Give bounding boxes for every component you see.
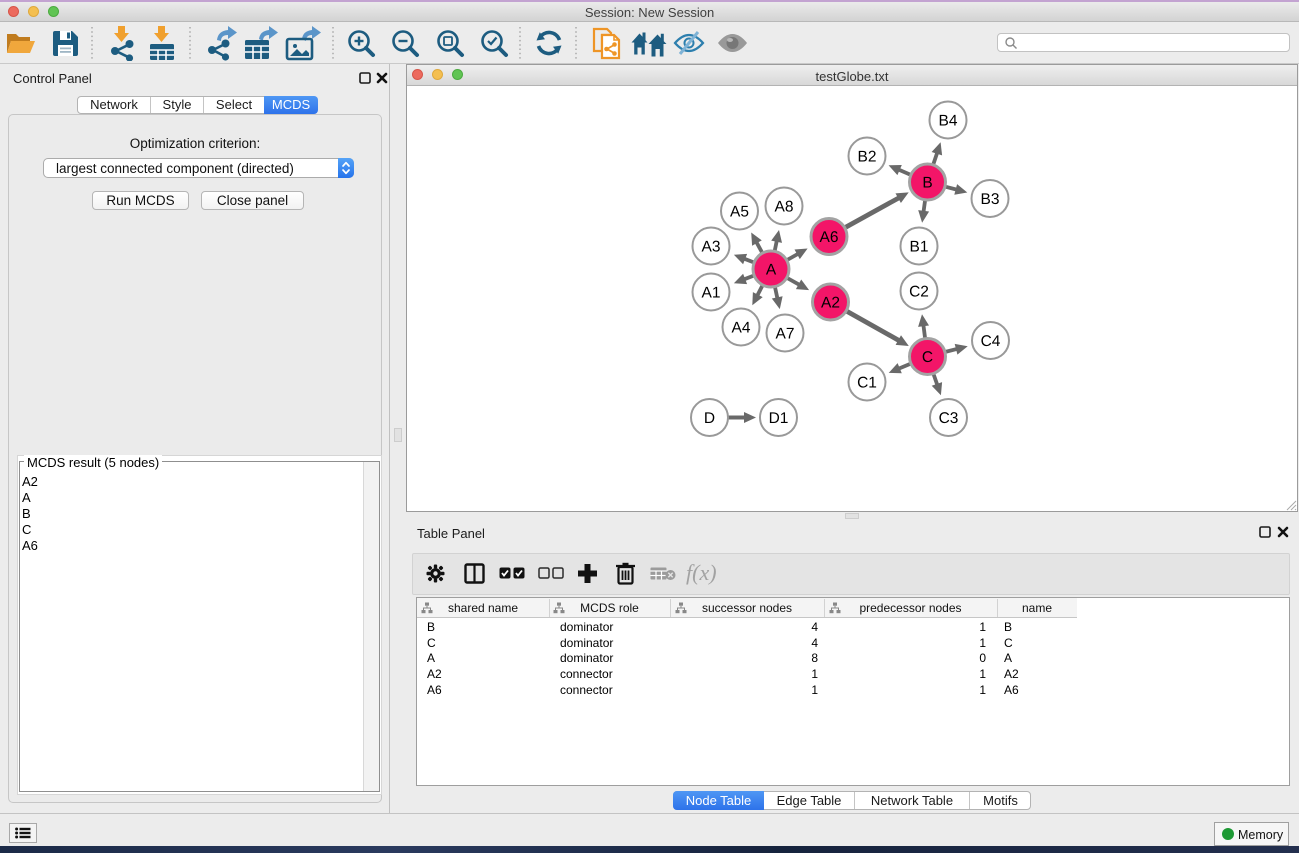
svg-text:A1: A1 — [702, 284, 721, 301]
svg-text:A5: A5 — [730, 203, 749, 220]
svg-text:A3: A3 — [702, 238, 721, 255]
svg-text:B1: B1 — [910, 238, 929, 255]
svg-text:D: D — [704, 410, 715, 427]
svg-text:B: B — [922, 174, 932, 191]
svg-text:A: A — [766, 261, 777, 278]
svg-text:B2: B2 — [858, 148, 877, 165]
svg-text:C1: C1 — [857, 374, 877, 391]
svg-text:C3: C3 — [939, 410, 959, 427]
svg-text:B3: B3 — [981, 191, 1000, 208]
svg-text:B4: B4 — [939, 112, 958, 129]
svg-text:A6: A6 — [820, 229, 839, 246]
svg-text:C2: C2 — [909, 283, 929, 300]
svg-text:A7: A7 — [776, 325, 795, 342]
svg-text:A2: A2 — [821, 294, 840, 311]
svg-text:A8: A8 — [775, 198, 794, 215]
svg-text:C4: C4 — [981, 333, 1001, 350]
svg-text:C: C — [922, 349, 933, 366]
svg-text:D1: D1 — [769, 410, 789, 427]
svg-text:A4: A4 — [732, 319, 751, 336]
